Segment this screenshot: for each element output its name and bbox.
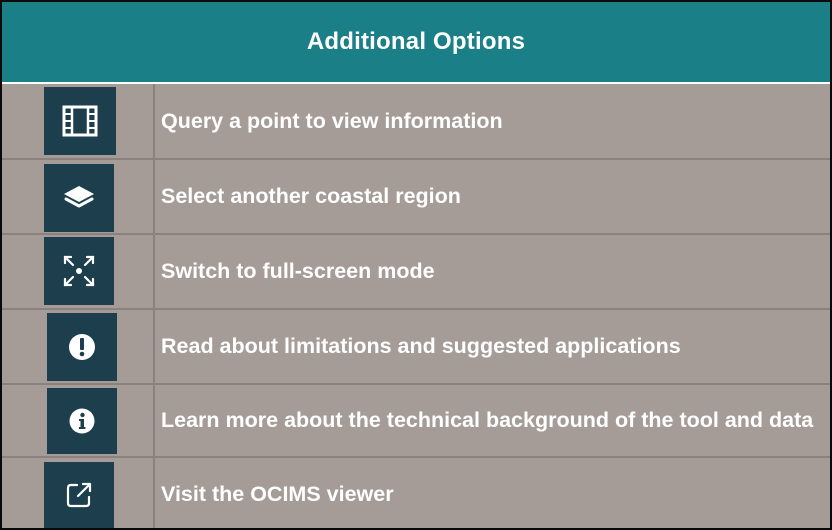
fullscreen-button[interactable] — [44, 237, 114, 305]
layers-icon — [64, 186, 94, 208]
option-ocims-viewer[interactable]: Visit the OCIMS viewer — [2, 458, 830, 528]
option-technical-background[interactable]: Learn more about the technical backgroun… — [2, 385, 830, 458]
fullscreen-icon — [63, 255, 95, 287]
option-select-region[interactable]: Select another coastal region — [2, 160, 830, 235]
option-limitations[interactable]: Read about limitations and suggested app… — [2, 310, 830, 385]
external-link-icon — [66, 482, 92, 508]
option-icon-cell — [2, 160, 155, 233]
option-label: Select another coastal region — [161, 184, 461, 208]
options-list: Query a point to view information Select… — [2, 84, 830, 528]
option-icon-cell — [2, 310, 155, 383]
option-fullscreen[interactable]: Switch to full-screen mode — [2, 235, 830, 310]
option-icon-cell — [2, 458, 155, 528]
option-icon-cell — [2, 385, 155, 456]
film-icon — [62, 105, 98, 137]
ocims-viewer-button[interactable] — [44, 462, 114, 528]
option-icon-cell — [2, 235, 155, 308]
option-icon-cell — [2, 84, 155, 158]
additional-options-panel: Additional Options Query a point to view… — [0, 0, 832, 530]
option-label: Learn more about the technical backgroun… — [161, 408, 814, 432]
option-label: Query a point to view information — [161, 108, 503, 133]
panel-header: Additional Options — [2, 2, 830, 84]
panel-title: Additional Options — [306, 28, 526, 55]
select-region-button[interactable] — [44, 164, 114, 232]
technical-background-button[interactable] — [47, 388, 117, 454]
exclamation-circle-icon — [69, 334, 95, 360]
option-label: Switch to full-screen mode — [161, 259, 435, 283]
info-circle-icon — [69, 408, 95, 434]
limitations-button[interactable] — [47, 313, 117, 381]
option-query-point[interactable]: Query a point to view information — [2, 84, 830, 160]
option-label: Visit the OCIMS viewer — [161, 481, 394, 506]
query-point-button[interactable] — [44, 87, 116, 155]
option-label: Read about limitations and suggested app… — [161, 334, 681, 358]
